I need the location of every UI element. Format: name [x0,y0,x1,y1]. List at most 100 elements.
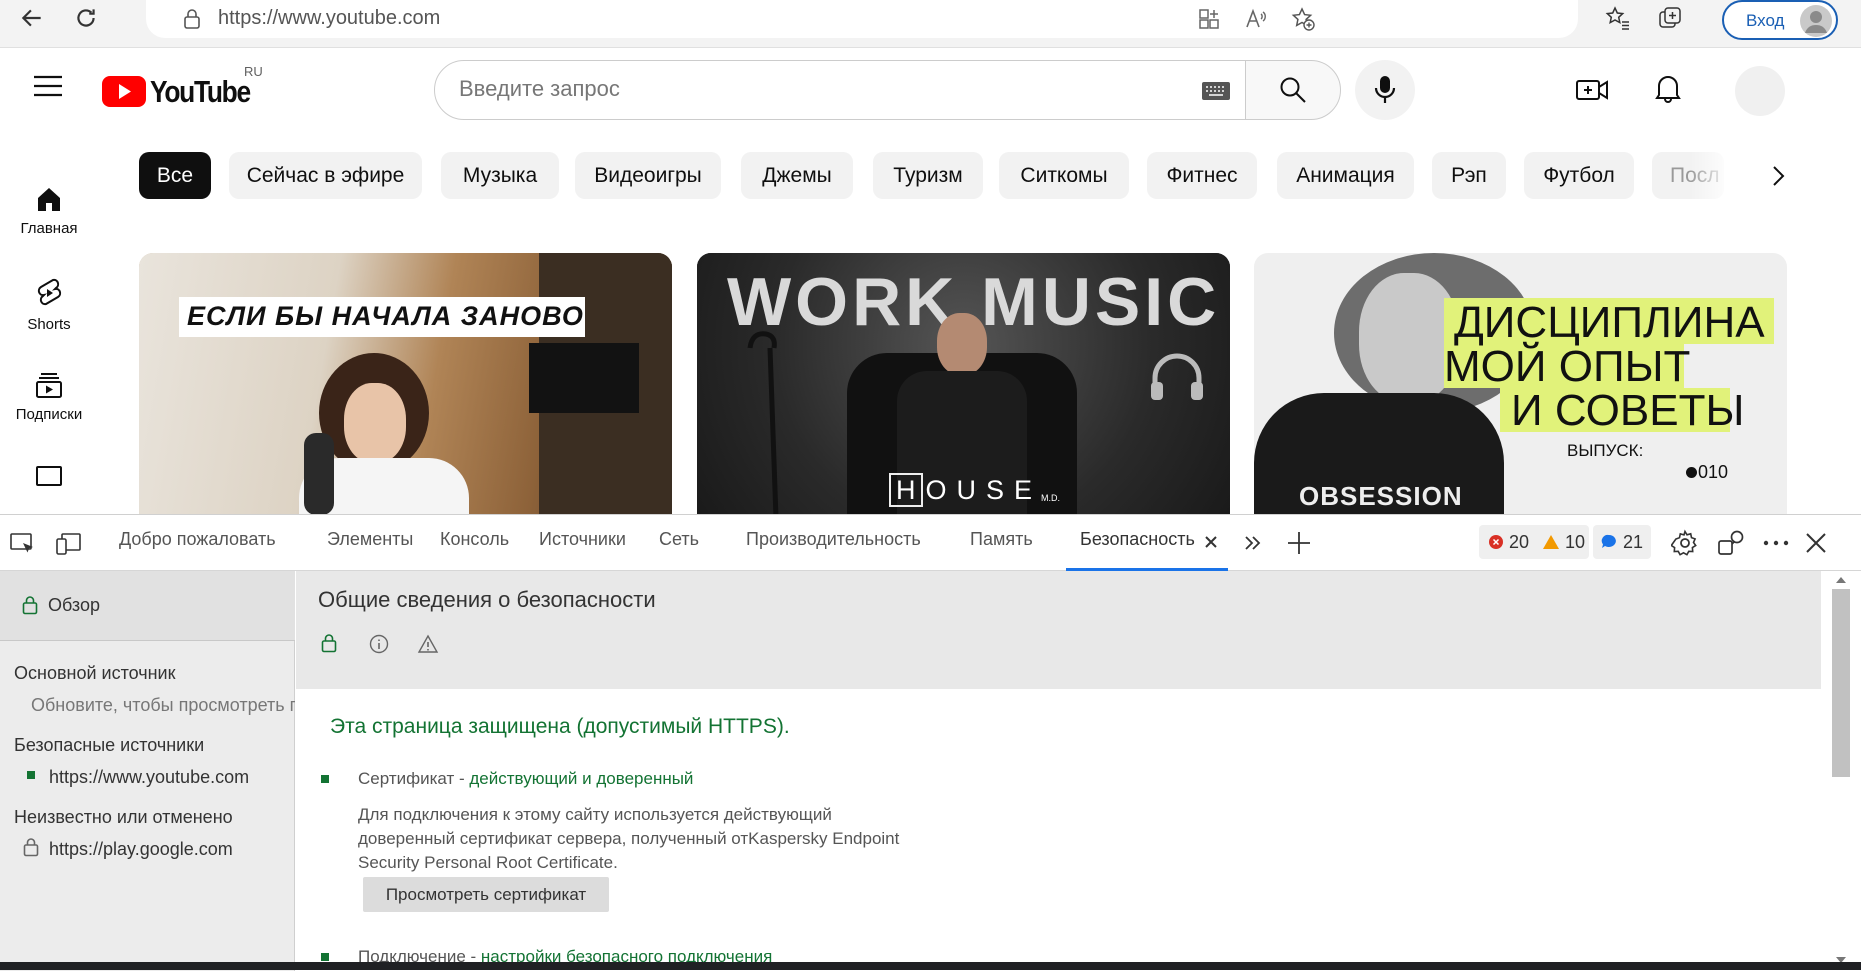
devtools-tab-bar: Добро пожаловать Элементы Консоль Источн… [0,515,1861,571]
chip-animation[interactable]: Анимация [1277,152,1414,199]
tab-elements[interactable]: Элементы [327,529,413,550]
chip-jams[interactable]: Джемы [741,152,853,199]
account-avatar[interactable] [1735,66,1785,116]
tab-security[interactable]: Безопасность [1080,529,1195,550]
security-sidebar: Обзор Основной источник Обновите, чтобы … [0,571,295,971]
thumbnail-3-issue-label: ВЫПУСК: [1567,441,1644,460]
overview-item[interactable]: Обзор [0,571,295,641]
youtube-logo[interactable]: YouTube RU [102,64,272,110]
add-favorite-icon[interactable] [1290,6,1316,32]
favorites-button[interactable] [1598,0,1638,38]
lock-icon [184,9,200,29]
sign-in-button[interactable]: Вход [1722,0,1838,40]
device-emulation-button[interactable] [54,529,84,559]
nav-subscriptions[interactable]: Подписки [0,372,98,423]
taskbar-edge [0,962,1861,970]
close-devtools-icon[interactable] [1805,532,1827,554]
back-button[interactable] [12,0,52,38]
close-tab-icon[interactable] [1204,535,1218,549]
collections-button[interactable] [1650,0,1690,38]
view-certificate-button[interactable]: Просмотреть сертификат [363,877,609,912]
arrow-left-icon [21,9,41,27]
certificate-description-line-2: доверенный сертификат сервера, полученны… [358,829,900,848]
scroll-thumb[interactable] [1832,589,1850,777]
more-tabs-icon[interactable] [1243,533,1263,553]
connection-indicator [321,953,329,961]
reload-button[interactable] [66,0,106,38]
person-icon [1805,11,1827,33]
subscriptions-icon [36,373,62,398]
nav-home-label: Главная [20,220,78,237]
home-icon [38,188,60,211]
logo-wordmark: YouTube [150,74,251,109]
info-count: 21 [1623,531,1644,552]
tab-network[interactable]: Сеть [659,529,699,550]
shorts-icon [37,278,62,306]
nav-shorts[interactable]: Shorts [0,278,98,333]
tab-sources[interactable]: Источники [539,529,626,550]
chip-fitness[interactable]: Фитнес [1147,152,1257,199]
dock-location-icon[interactable] [1717,529,1745,557]
search-icon [1280,77,1306,103]
main-origin-heading: Основной источник [14,663,176,683]
thumbnail-2-face [937,313,987,375]
chips-next-button[interactable] [1758,156,1798,196]
address-bar[interactable]: https://www.youtube.com [146,0,1578,38]
collections-icon [1659,7,1681,28]
region-code: RU [244,64,263,79]
thumbnail-3-issue-dot [1686,467,1697,478]
info-counts[interactable]: 21 [1593,525,1651,559]
certificate-description-line-3: Security Personal Root Certificate. [358,853,618,872]
thumbnail-3-line-3: И СОВЕТЫ [1511,386,1745,435]
library-icon[interactable] [36,466,62,486]
chip-live[interactable]: Сейчас в эфире [229,152,422,199]
tab-console[interactable]: Консоль [440,529,509,550]
add-tab-icon[interactable] [1286,530,1312,556]
certificate-summary: Сертификат - действующий и доверенный [358,769,693,789]
chip-videogames[interactable]: Видеоигры [575,152,721,199]
devtools-scrollbar[interactable] [1821,571,1861,971]
chip-tourism[interactable]: Туризм [873,152,983,199]
voice-search-button[interactable] [1355,60,1415,120]
secure-origin-link[interactable]: https://www.youtube.com [49,767,249,788]
notifications-button[interactable] [1646,66,1690,110]
video-thumbnail-1[interactable]: ЕСЛИ БЫ НАЧАЛА ЗАНОВО [139,253,672,514]
settings-gear-icon[interactable] [1671,529,1699,557]
keyboard-icon[interactable] [1201,81,1231,101]
inspect-element-button[interactable] [8,529,38,559]
tab-welcome[interactable]: Добро пожаловать [119,529,276,550]
chip-sitcoms[interactable]: Ситкомы [999,152,1129,199]
search-button[interactable] [1245,60,1341,120]
nav-home[interactable]: Главная [0,186,98,237]
video-thumbnail-2[interactable]: WORK MUSIC HOUSE M.D. [697,253,1230,514]
secure-origin-indicator [27,771,35,779]
more-options-icon[interactable] [1763,539,1789,547]
search-input[interactable]: Введите запрос [459,76,620,102]
chip-rap[interactable]: Рэп [1432,152,1506,199]
tab-performance[interactable]: Производительность [746,529,921,550]
message-icon [1601,534,1616,548]
thumbnail-3-issue-number: 010 [1698,462,1729,482]
video-thumbnail-3[interactable]: OBSESSION ДИСЦИПЛИНА МОЙ ОПЫТ И СОВЕТЫ В… [1254,253,1787,514]
secure-origins-heading: Безопасные источники [14,735,205,755]
create-button[interactable] [1570,68,1614,112]
headphones-icon [1151,353,1203,400]
app-available-icon[interactable] [1198,8,1220,30]
overview-title: Общие сведения о безопасности [318,587,656,612]
read-aloud-icon[interactable] [1244,7,1268,31]
unknown-origin-link[interactable]: https://play.google.com [49,839,233,860]
issue-counts[interactable]: 20 10 [1479,525,1589,559]
thumbnail-3-line-1: ДИСЦИПЛИНА [1454,298,1765,347]
chip-all[interactable]: Все [139,152,211,199]
tab-memory[interactable]: Память [970,529,1033,550]
thumbnail-1-face [344,383,406,463]
thumbnail-1-caption: ЕСЛИ БЫ НАЧАЛА ЗАНОВО [187,301,584,331]
thumbnail-1-caption-box: ЕСЛИ БЫ НАЧАЛА ЗАНОВО [179,297,585,337]
devtools-panel: Добро пожаловать Элементы Консоль Источн… [0,514,1861,971]
scroll-up-icon[interactable] [1836,577,1846,583]
chip-music[interactable]: Музыка [441,152,559,199]
chip-football[interactable]: Футбол [1524,152,1634,199]
youtube-page: YouTube RU Введите запрос Главная Shorts… [0,48,1830,514]
menu-button[interactable] [22,60,74,112]
search-box[interactable]: Введите запрос [434,60,1246,120]
